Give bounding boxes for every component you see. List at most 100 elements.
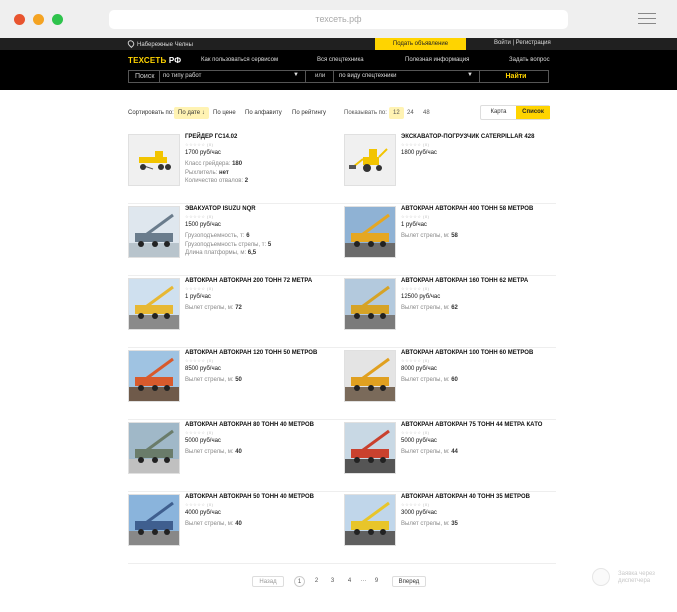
minimize-window-icon[interactable] [33, 14, 44, 25]
listing-title[interactable]: АВТОКРАН АВТОКРАН 120 ТОНН 50 МЕТРОВ [185, 350, 317, 356]
dispatcher-request-widget[interactable]: Заявка через диспетчера [592, 566, 677, 590]
listing-card[interactable]: ГРЕЙДЕР ГС14.02 ☆☆☆☆☆ (0) 1700 руб/час Клас… [128, 134, 333, 189]
login-register-link[interactable]: Войти | Регистрация [494, 40, 551, 46]
list-view-button[interactable]: Список [516, 106, 550, 119]
listing-title[interactable]: АВТОКРАН АВТОКРАН 40 ТОНН 35 МЕТРОВ [401, 494, 530, 500]
listing-card[interactable]: АВТОКРАН АВТОКРАН 200 ТОНН 72 МЕТРА ☆☆☆☆☆… [128, 278, 333, 333]
site-logo[interactable]: ТЕХСЕТЬ РФ [128, 56, 181, 65]
address-bar[interactable]: техсеть.рф [109, 10, 568, 29]
page-3[interactable]: 3 [327, 576, 338, 587]
listing-title[interactable]: АВТОКРАН АВТОКРАН 200 ТОНН 72 МЕТРА [185, 278, 312, 284]
listing-card[interactable]: АВТОКРАН АВТОКРАН 400 ТОНН 58 МЕТРОВ ☆☆☆☆… [344, 206, 549, 261]
prev-page-button[interactable]: Назад [252, 576, 284, 587]
sort-by-rating[interactable]: По рейтингу [292, 110, 326, 116]
work-type-select[interactable]: по типу работ [163, 73, 201, 79]
listing-title[interactable]: АВТОКРАН АВТОКРАН 100 ТОНН 60 МЕТРОВ [401, 350, 533, 356]
listing-photo[interactable] [128, 350, 180, 402]
listing-spec: Вылет стрелы, м: 62 [401, 305, 458, 311]
nav-ask-question[interactable]: Задать вопрос [509, 57, 550, 63]
listing-title[interactable]: АВТОКРАН АВТОКРАН 75 ТОНН 44 МЕТРА КАТО [401, 422, 542, 428]
page-2[interactable]: 2 [311, 576, 322, 587]
listing-spec: Вылет стрелы, м: 58 [401, 233, 458, 239]
listing-card[interactable]: ЭКСКАВАТОР-ПОГРУЗЧИК CATERPILLAR 428 ☆☆☆☆… [344, 134, 549, 189]
search-button[interactable]: Найти [483, 73, 549, 80]
rating-stars: ☆☆☆☆☆ (0) [401, 286, 430, 291]
listing-title[interactable]: АВТОКРАН АВТОКРАН 80 ТОНН 40 МЕТРОВ [185, 422, 314, 428]
listing-card[interactable]: ЭВАКУАТОР ISUZU NQR ☆☆☆☆☆ (0) 1500 руб/час… [128, 206, 333, 261]
browser-chrome: техсеть.рф [0, 0, 677, 38]
listing-photo[interactable] [344, 278, 396, 330]
arrow-down-icon: ↓ [201, 110, 205, 116]
sort-by-price[interactable]: По цене [213, 110, 236, 116]
listing-price: 5000 руб/час [185, 438, 221, 444]
listing-card[interactable]: АВТОКРАН АВТОКРАН 120 ТОНН 50 МЕТРОВ ☆☆☆☆… [128, 350, 333, 405]
listing-card[interactable]: АВТОКРАН АВТОКРАН 80 ТОНН 40 МЕТРОВ ☆☆☆☆☆… [128, 422, 333, 477]
page-1[interactable]: 1 [294, 576, 305, 587]
listing-title[interactable]: АВТОКРАН АВТОКРАН 50 ТОНН 40 МЕТРОВ [185, 494, 314, 500]
page-9[interactable]: 9 [371, 576, 382, 587]
rating-stars: ☆☆☆☆☆ (0) [185, 142, 214, 147]
listing-photo[interactable] [344, 422, 396, 474]
listing-price: 1800 руб/час [401, 150, 437, 156]
listing-title[interactable]: ЭВАКУАТОР ISUZU NQR [185, 206, 256, 212]
listing-spec: Грузоподъемность, т: 6 [185, 233, 250, 239]
loader-icon[interactable] [344, 134, 396, 186]
menu-icon[interactable] [638, 13, 656, 28]
nav-all-equipment[interactable]: Вся спецтехника [317, 57, 364, 63]
sort-by-date[interactable]: По дате ↓ [174, 107, 209, 119]
maximize-window-icon[interactable] [52, 14, 63, 25]
listing-card[interactable]: АВТОКРАН АВТОКРАН 100 ТОНН 60 МЕТРОВ ☆☆☆☆… [344, 350, 549, 405]
location-pin-icon [126, 38, 136, 49]
listing-price: 8000 руб/час [401, 366, 437, 372]
listing-photo[interactable] [128, 422, 180, 474]
listing-price: 1500 руб/час [185, 222, 221, 228]
page-size-24[interactable]: 24 [407, 110, 414, 116]
listing-card[interactable]: АВТОКРАН АВТОКРАН 50 ТОНН 40 МЕТРОВ ☆☆☆☆☆… [128, 494, 333, 549]
listing-photo[interactable] [128, 278, 180, 330]
grader-icon[interactable] [128, 134, 180, 186]
listing-card[interactable]: АВТОКРАН АВТОКРАН 40 ТОНН 35 МЕТРОВ ☆☆☆☆☆… [344, 494, 549, 549]
rating-stars: ☆☆☆☆☆ (0) [401, 358, 430, 363]
post-ad-button[interactable]: Подать объявление [375, 38, 466, 50]
equipment-type-select[interactable]: по виду спецтехники [339, 73, 397, 79]
rating-stars: ☆☆☆☆☆ (0) [401, 214, 430, 219]
listing-photo[interactable] [128, 494, 180, 546]
listing-spec: Вылет стрелы, м: 40 [185, 449, 242, 455]
or-label: или [315, 73, 326, 79]
listing-card[interactable]: АВТОКРАН АВТОКРАН 75 ТОНН 44 МЕТРА КАТО ☆… [344, 422, 549, 477]
sort-label: Сортировать по: [128, 110, 174, 116]
nav-useful-info[interactable]: Полезная информация [405, 57, 469, 63]
listing-photo[interactable] [344, 494, 396, 546]
map-view-button[interactable]: Карта [481, 106, 516, 119]
page-4[interactable]: 4 [344, 576, 355, 587]
listing-spec: Класс грейдера: 180 [185, 161, 243, 167]
listing-spec: Вылет стрелы, м: 35 [401, 521, 458, 527]
listing-photo[interactable] [344, 206, 396, 258]
listing-photo[interactable] [344, 350, 396, 402]
page-size-label: Показывать по: [344, 110, 387, 116]
sort-by-alphabet[interactable]: По алфавиту [245, 110, 282, 116]
city-selector[interactable]: Набережные Челны [126, 38, 193, 49]
chevron-down-icon: ▼ [467, 72, 473, 78]
nav-how-to-use[interactable]: Как пользоваться сервисом [201, 57, 278, 63]
page-size-48[interactable]: 48 [423, 110, 430, 116]
page-size-12[interactable]: 12 [389, 107, 404, 119]
listing-title[interactable]: ЭКСКАВАТОР-ПОГРУЗЧИК CATERPILLAR 428 [401, 134, 534, 140]
listing-price: 8500 руб/час [185, 366, 221, 372]
listing-card[interactable]: АВТОКРАН АВТОКРАН 160 ТОНН 62 МЕТРА ☆☆☆☆☆… [344, 278, 549, 333]
listing-price: 1700 руб/час [185, 150, 221, 156]
listing-spec: Рыхлитель: нет [185, 169, 229, 176]
next-page-button[interactable]: Вперед [392, 576, 426, 587]
rating-stars: ☆☆☆☆☆ (0) [401, 502, 430, 507]
listing-title[interactable]: АВТОКРАН АВТОКРАН 400 ТОНН 58 МЕТРОВ [401, 206, 533, 212]
row-divider [128, 275, 556, 276]
row-divider [128, 491, 556, 492]
close-window-icon[interactable] [14, 14, 25, 25]
listing-title[interactable]: ГРЕЙДЕР ГС14.02 [185, 134, 237, 140]
listing-price: 1 руб/час [401, 222, 427, 228]
listing-spec: Вылет стрелы, м: 60 [401, 377, 458, 383]
site-header: ТЕХСЕТЬ РФ Как пользоваться сервисом Вся… [0, 50, 677, 90]
view-toggle: Карта Список [480, 105, 550, 120]
listing-title[interactable]: АВТОКРАН АВТОКРАН 160 ТОНН 62 МЕТРА [401, 278, 528, 284]
listing-photo[interactable] [128, 206, 180, 258]
